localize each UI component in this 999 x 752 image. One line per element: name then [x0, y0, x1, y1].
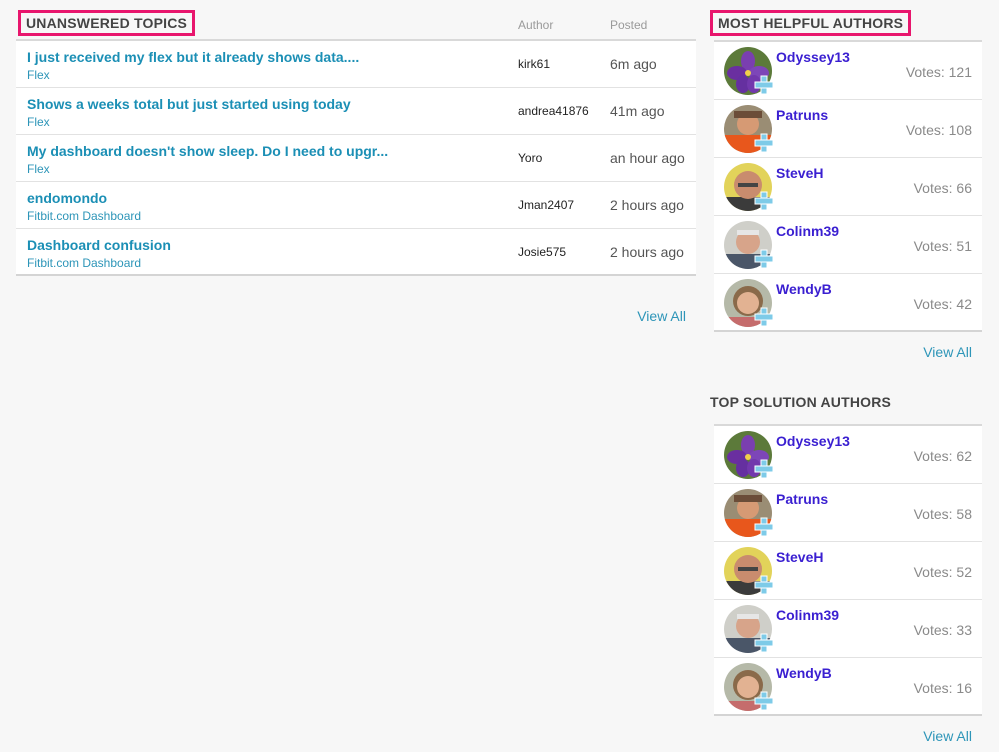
author-row: Patruns Votes: 58 [714, 484, 982, 542]
author-row: Colinm39 Votes: 51 [714, 216, 982, 274]
rank-plus-icon [754, 191, 774, 211]
author-name-link[interactable]: Colinm39 [776, 223, 839, 239]
solution-view-all-link[interactable]: View All [714, 728, 982, 744]
author-name-link[interactable]: SteveH [776, 165, 823, 181]
solution-authors-list: Odyssey13 Votes: 62 Patruns Votes: 58 SteveH… [714, 426, 982, 716]
most-helpful-authors-title: MOST HELPFUL AUTHORS [710, 10, 912, 36]
topic-author-link[interactable]: Jman2407 [518, 198, 574, 212]
topic-posted-time: an hour ago [610, 150, 685, 166]
topics-list: I just received my flex but it already s… [16, 41, 696, 276]
topic-posted-time: 41m ago [610, 103, 665, 119]
author-votes: Votes: 42 [913, 296, 972, 312]
author-votes: Votes: 16 [913, 680, 972, 696]
author-votes: Votes: 108 [905, 122, 972, 138]
author-votes: Votes: 66 [913, 180, 972, 196]
topic-author-link[interactable]: kirk61 [518, 57, 550, 71]
author-name-link[interactable]: Patruns [776, 491, 828, 507]
topics-header: UNANSWERED TOPICS Author Posted [16, 10, 696, 41]
topic-title-link[interactable]: I just received my flex but it already s… [27, 49, 359, 65]
topic-board-link[interactable]: Flex [27, 115, 50, 129]
top-solution-authors-title: TOP SOLUTION AUTHORS [710, 394, 892, 410]
author-votes: Votes: 121 [905, 64, 972, 80]
rank-plus-icon [754, 517, 774, 537]
author-votes: Votes: 62 [913, 448, 972, 464]
topics-view-all-link[interactable]: View All [16, 308, 696, 324]
author-votes: Votes: 51 [913, 238, 972, 254]
author-votes: Votes: 52 [913, 564, 972, 580]
author-name-link[interactable]: Colinm39 [776, 607, 839, 623]
author-name-link[interactable]: SteveH [776, 549, 823, 565]
topic-title-link[interactable]: My dashboard doesn't show sleep. Do I ne… [27, 143, 388, 159]
unanswered-topics-panel: UNANSWERED TOPICS Author Posted I just r… [16, 10, 696, 324]
author-votes: Votes: 33 [913, 622, 972, 638]
topic-title-link[interactable]: endomondo [27, 190, 107, 206]
author-row: Odyssey13 Votes: 62 [714, 426, 982, 484]
topic-posted-time: 2 hours ago [610, 244, 684, 260]
topic-author-link[interactable]: andrea41876 [518, 104, 589, 118]
topic-row: I just received my flex but it already s… [16, 41, 696, 88]
helpful-authors-list: Odyssey13 Votes: 121 Patruns Votes: 108 Stev… [714, 42, 982, 332]
author-name-link[interactable]: Odyssey13 [776, 49, 850, 65]
rank-plus-icon [754, 75, 774, 95]
helpful-authors-header: MOST HELPFUL AUTHORS [710, 10, 982, 42]
topic-board-link[interactable]: Fitbit.com Dashboard [27, 256, 141, 270]
rank-plus-icon [754, 633, 774, 653]
unanswered-topics-title: UNANSWERED TOPICS [18, 10, 196, 36]
topic-board-link[interactable]: Flex [27, 162, 50, 176]
rank-plus-icon [754, 249, 774, 269]
author-row: WendyB Votes: 16 [714, 658, 982, 716]
authors-sidebar: MOST HELPFUL AUTHORS Odyssey13 Votes: 121… [710, 10, 982, 744]
author-row: SteveH Votes: 66 [714, 158, 982, 216]
author-row: Colinm39 Votes: 33 [714, 600, 982, 658]
author-row: Odyssey13 Votes: 121 [714, 42, 982, 100]
posted-column-header: Posted [610, 18, 648, 32]
topic-title-link[interactable]: Dashboard confusion [27, 237, 171, 253]
author-row: Patruns Votes: 108 [714, 100, 982, 158]
topic-posted-time: 6m ago [610, 56, 657, 72]
rank-plus-icon [754, 691, 774, 711]
author-row: SteveH Votes: 52 [714, 542, 982, 600]
topic-row: My dashboard doesn't show sleep. Do I ne… [16, 135, 696, 182]
topic-author-link[interactable]: Yoro [518, 151, 542, 165]
topic-row: Dashboard confusion Fitbit.com Dashboard… [16, 229, 696, 276]
rank-plus-icon [754, 459, 774, 479]
solution-authors-header: TOP SOLUTION AUTHORS [710, 394, 982, 426]
topic-author-link[interactable]: Josie575 [518, 245, 566, 259]
rank-plus-icon [754, 575, 774, 595]
rank-plus-icon [754, 133, 774, 153]
author-name-link[interactable]: Patruns [776, 107, 828, 123]
topic-posted-time: 2 hours ago [610, 197, 684, 213]
author-row: WendyB Votes: 42 [714, 274, 982, 332]
topic-title-link[interactable]: Shows a weeks total but just started usi… [27, 96, 351, 112]
helpful-view-all-link[interactable]: View All [714, 344, 982, 360]
author-name-link[interactable]: WendyB [776, 281, 832, 297]
topic-board-link[interactable]: Fitbit.com Dashboard [27, 209, 141, 223]
author-votes: Votes: 58 [913, 506, 972, 522]
topic-row: endomondo Fitbit.com Dashboard Jman2407 … [16, 182, 696, 229]
author-name-link[interactable]: WendyB [776, 665, 832, 681]
topic-board-link[interactable]: Flex [27, 68, 50, 82]
author-column-header: Author [518, 18, 554, 32]
topic-row: Shows a weeks total but just started usi… [16, 88, 696, 135]
author-name-link[interactable]: Odyssey13 [776, 433, 850, 449]
rank-plus-icon [754, 307, 774, 327]
